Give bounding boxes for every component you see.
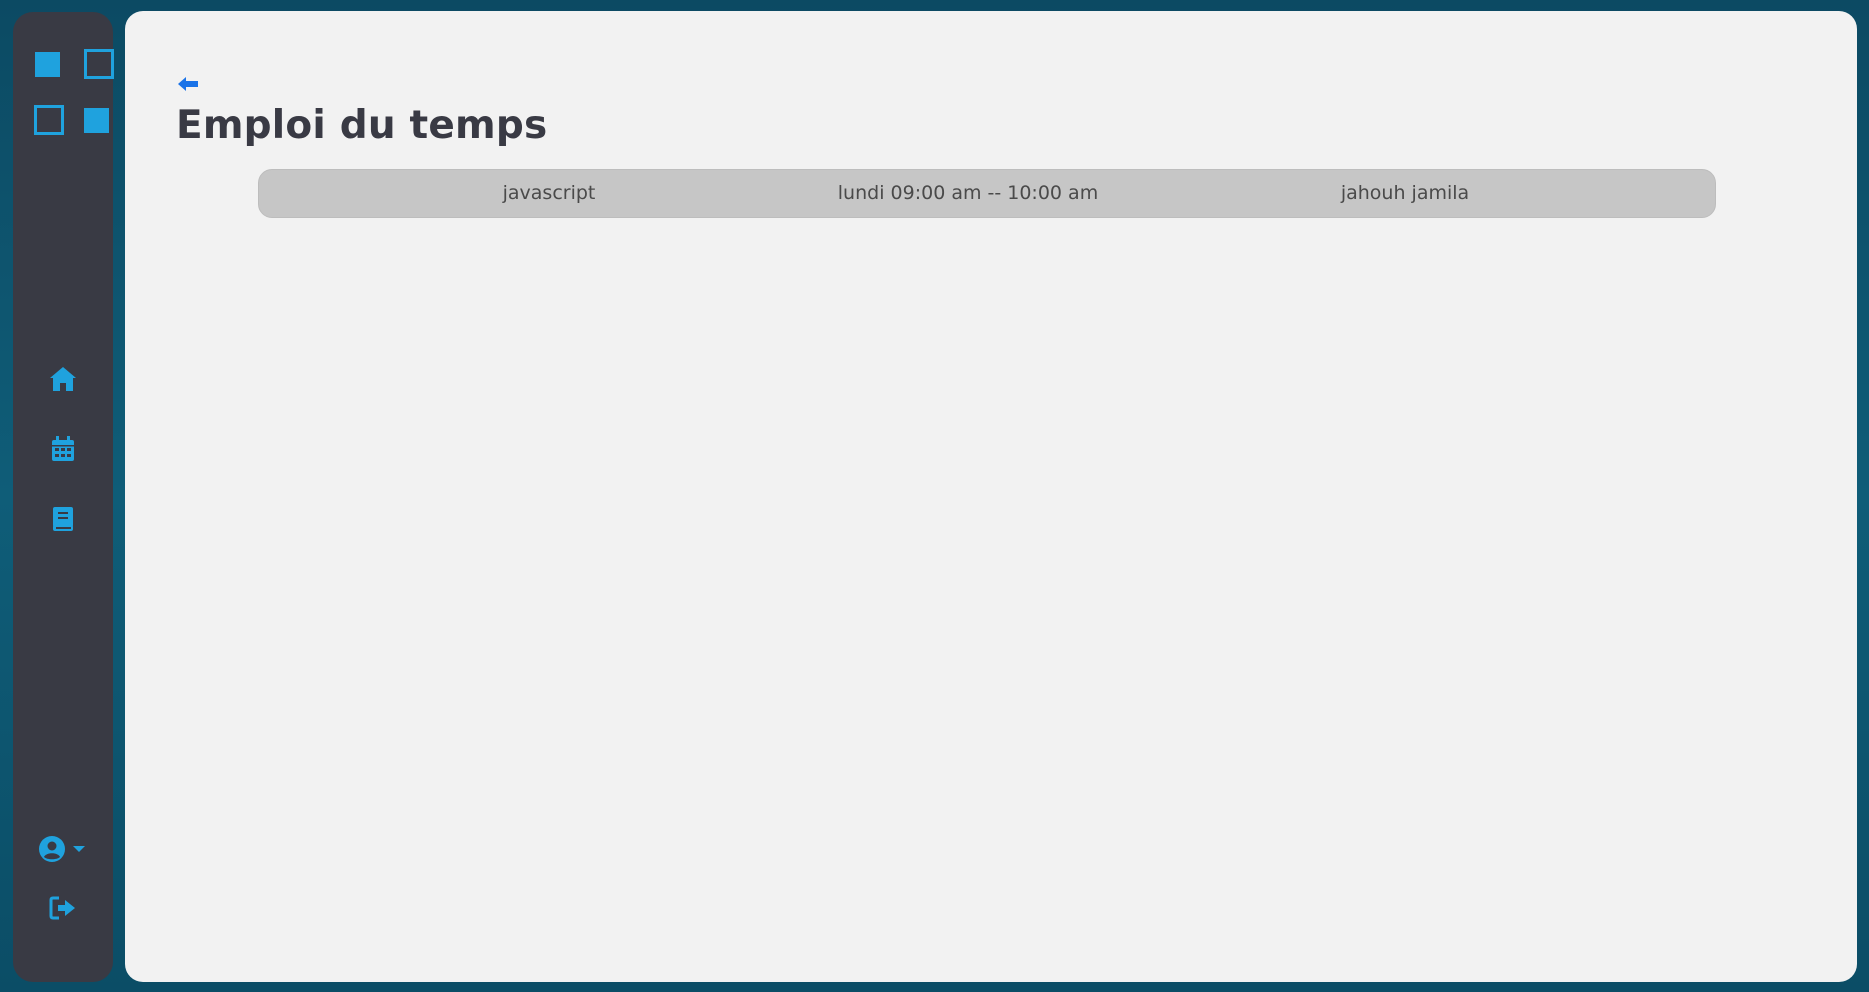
- book-icon[interactable]: [47, 503, 79, 535]
- back-button[interactable]: [176, 74, 204, 94]
- teacher-cell: jahouh jamila: [1340, 182, 1470, 204]
- logo-square: [84, 108, 109, 133]
- subject-cell: javascript: [502, 182, 596, 204]
- time-cell: lundi 09:00 am -- 10:00 am: [837, 182, 1099, 204]
- logo-square: [35, 52, 60, 77]
- logo-square: [84, 49, 114, 79]
- logo-squares-icon: [21, 36, 121, 136]
- calendar-icon[interactable]: [47, 433, 79, 465]
- home-icon[interactable]: [47, 363, 79, 395]
- arrow-left-icon: [178, 77, 198, 91]
- caret-down-icon: [73, 846, 85, 852]
- user-menu-button[interactable]: [37, 833, 87, 865]
- user-circle-icon: [39, 836, 65, 862]
- main-panel: Emploi du temps javascript lundi 09:00 a…: [125, 11, 1857, 982]
- page-title: Emploi du temps: [176, 103, 548, 148]
- logout-icon[interactable]: [47, 892, 79, 924]
- logo-square: [34, 105, 64, 135]
- schedule-row[interactable]: javascript lundi 09:00 am -- 10:00 am ja…: [258, 169, 1716, 218]
- sidebar: [13, 12, 114, 982]
